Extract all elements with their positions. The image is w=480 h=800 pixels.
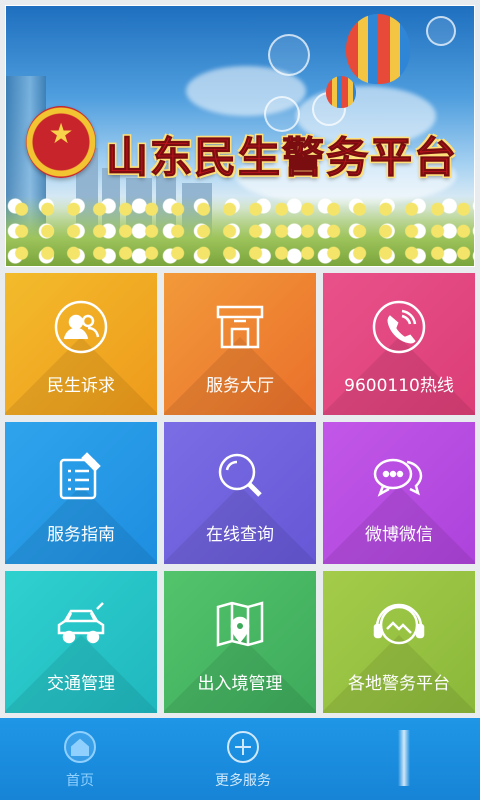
- tile-label: 服务大厅: [206, 376, 274, 396]
- tile-label: 服务指南: [47, 525, 115, 545]
- people-icon: [53, 299, 109, 355]
- tile-fuwu-dating[interactable]: 服务大厅: [164, 273, 316, 415]
- tile-label: 各地警务平台: [348, 674, 450, 694]
- bottom-nav: 首页 更多服务: [0, 718, 480, 800]
- nav-label-more-services: 更多服务: [215, 773, 271, 789]
- chat-icon: [371, 448, 427, 504]
- tile-label: 出入境管理: [197, 674, 283, 694]
- tile-label: 民生诉求: [47, 376, 115, 396]
- tile-fuwu-zhinan[interactable]: 服务指南: [5, 422, 157, 564]
- phone-icon: [371, 299, 427, 355]
- tile-label: 交通管理: [47, 674, 115, 694]
- map-pin-icon: [212, 597, 268, 653]
- tile-churujing-guanli[interactable]: 出入境管理: [164, 571, 316, 713]
- checklist-icon: [53, 448, 109, 504]
- tile-zaixian-chaxun[interactable]: 在线查询: [164, 422, 316, 564]
- tile-label: 9600110热线: [344, 376, 454, 396]
- police-emblem-icon: ★: [26, 106, 96, 178]
- tile-minsheng-suqiu[interactable]: 民生诉求: [5, 273, 157, 415]
- search-icon: [212, 448, 268, 504]
- tile-jiaotong-guanli[interactable]: 交通管理: [5, 571, 157, 713]
- tile-gedi-jingwu[interactable]: 各地警务平台: [323, 571, 475, 713]
- home-icon: [63, 730, 97, 764]
- header-banner: ★ 山东民生警务平台: [5, 5, 475, 267]
- car-icon: [53, 597, 109, 653]
- tile-hotline[interactable]: 9600110热线: [323, 273, 475, 415]
- tile-weibo-weixin[interactable]: 微博微信: [323, 422, 475, 564]
- tile-label: 在线查询: [206, 525, 274, 545]
- headset-icon: [371, 597, 427, 653]
- tile-label: 微博微信: [365, 525, 433, 545]
- nav-label-home: 首页: [66, 773, 94, 789]
- nav-item-more-services[interactable]: 更多服务: [188, 730, 298, 790]
- nav-item-home[interactable]: 首页: [25, 730, 135, 790]
- banner-title: 山东民生警务平台: [105, 133, 459, 183]
- plus-circle-icon: [226, 730, 260, 764]
- storefront-icon: [212, 299, 268, 355]
- service-grid: 民生诉求 服务大厅 9600110热线 服务指南 在线查询 微博微信 交通管理 …: [5, 273, 475, 713]
- nav-shine-decoration: [398, 730, 410, 786]
